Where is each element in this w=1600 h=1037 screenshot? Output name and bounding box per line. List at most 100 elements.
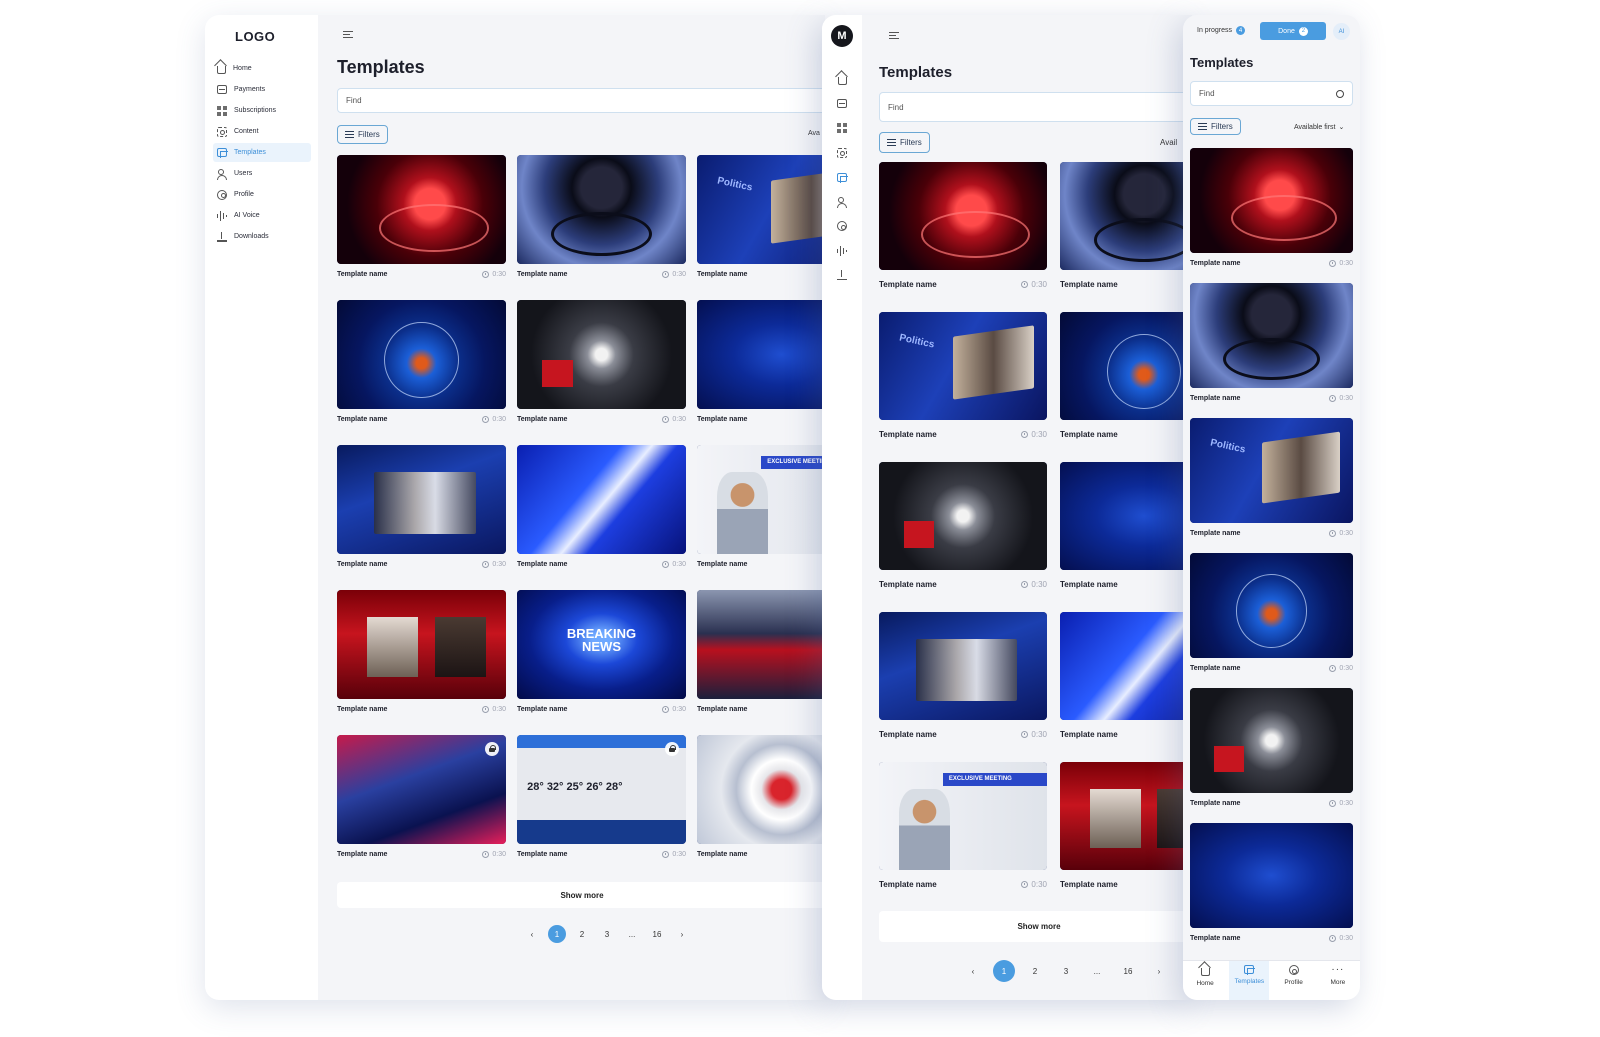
template-card[interactable]: Template name0:30 — [697, 590, 825, 713]
template-card[interactable]: Template name0:30 — [697, 155, 825, 278]
template-card[interactable]: Template name0:30 — [337, 300, 506, 423]
rail-item-subscriptions[interactable] — [822, 116, 862, 141]
page-16-button[interactable]: 16 — [648, 925, 666, 943]
template-card[interactable]: Template name — [1060, 762, 1192, 889]
template-thumbnail[interactable] — [879, 312, 1047, 420]
bottom-nav-home[interactable]: Home — [1185, 961, 1225, 1000]
template-thumbnail[interactable] — [1190, 688, 1353, 793]
template-card[interactable]: Template name0:30 — [1190, 283, 1353, 402]
page-2-button[interactable]: 2 — [573, 925, 591, 943]
page-1-button[interactable]: 1 — [993, 960, 1015, 982]
filters-button[interactable]: Filters — [1190, 118, 1241, 135]
template-thumbnail[interactable] — [1190, 823, 1353, 928]
template-thumbnail[interactable] — [697, 590, 825, 699]
template-card[interactable]: Template name0:30 — [1190, 553, 1353, 672]
template-card[interactable]: Template name0:30 — [1190, 688, 1353, 807]
page-3-button[interactable]: 3 — [598, 925, 616, 943]
template-card[interactable]: Template name0:30 — [517, 155, 686, 278]
rail-item-ai-voice[interactable] — [822, 239, 862, 264]
bottom-nav-more[interactable]: ··· More — [1318, 961, 1358, 1000]
template-card[interactable]: Template name0:30 — [697, 300, 825, 423]
sidebar-item-home[interactable]: Home — [213, 59, 311, 78]
template-thumbnail[interactable] — [1190, 418, 1353, 523]
template-card[interactable]: Template name0:30 — [879, 462, 1047, 589]
template-card[interactable]: Template name0:30 — [1190, 823, 1353, 942]
template-thumbnail[interactable] — [517, 590, 686, 699]
template-card[interactable]: Template name0:30 — [517, 735, 686, 858]
sidebar-item-ai-voice[interactable]: AI Voice — [213, 206, 311, 225]
template-thumbnail[interactable] — [337, 445, 506, 554]
menu-toggle-button[interactable] — [342, 28, 354, 40]
template-thumbnail[interactable] — [879, 612, 1047, 720]
template-thumbnail[interactable] — [697, 445, 825, 554]
prev-page-button[interactable]: ‹ — [962, 960, 984, 982]
template-card[interactable]: Template name — [1060, 312, 1192, 439]
sidebar-item-profile[interactable]: Profile — [213, 185, 311, 204]
show-more-button[interactable]: Show more — [337, 882, 825, 908]
rail-item-profile[interactable] — [822, 214, 862, 239]
avatar[interactable]: M — [831, 25, 853, 47]
search-input[interactable]: Find — [337, 88, 825, 113]
template-thumbnail[interactable] — [1060, 612, 1192, 720]
template-thumbnail[interactable] — [337, 590, 506, 699]
page-1-button[interactable]: 1 — [548, 925, 566, 943]
page-3-button[interactable]: 3 — [1055, 960, 1077, 982]
bottom-nav-templates[interactable]: Templates — [1229, 961, 1270, 1000]
rail-item-downloads[interactable] — [822, 263, 862, 288]
template-thumbnail[interactable] — [1190, 148, 1353, 253]
template-thumbnail[interactable] — [1190, 283, 1353, 388]
template-card[interactable]: Template name0:30 — [879, 162, 1047, 289]
template-thumbnail[interactable] — [697, 155, 825, 264]
template-thumbnail[interactable] — [1060, 312, 1192, 420]
template-thumbnail[interactable] — [1060, 162, 1192, 270]
rail-item-templates[interactable] — [822, 165, 862, 190]
template-thumbnail[interactable] — [517, 155, 686, 264]
sort-dropdown[interactable]: Available first ⌄ — [1294, 123, 1344, 132]
template-thumbnail[interactable] — [337, 735, 506, 844]
template-thumbnail[interactable] — [517, 300, 686, 409]
ai-avatar[interactable]: AI — [1333, 23, 1350, 40]
search-icon[interactable] — [1336, 89, 1344, 98]
template-card[interactable]: Template name — [1060, 612, 1192, 739]
sidebar-item-content[interactable]: Content — [213, 122, 311, 141]
rail-item-home[interactable] — [822, 67, 862, 92]
template-card[interactable]: Template name0:30 — [697, 735, 825, 858]
template-thumbnail[interactable] — [1190, 553, 1353, 658]
template-thumbnail[interactable] — [1060, 462, 1192, 570]
template-card[interactable]: Template name0:30 — [517, 590, 686, 713]
template-thumbnail[interactable] — [697, 735, 825, 844]
template-card[interactable]: Template name0:30 — [879, 612, 1047, 739]
template-thumbnail[interactable] — [337, 155, 506, 264]
template-card[interactable]: Template name0:30 — [337, 155, 506, 278]
sidebar-item-users[interactable]: Users — [213, 164, 311, 183]
sidebar-item-downloads[interactable]: Downloads — [213, 227, 311, 246]
sidebar-item-payments[interactable]: Payments — [213, 80, 311, 99]
template-thumbnail[interactable] — [1060, 762, 1192, 870]
menu-toggle-button[interactable] — [888, 29, 900, 41]
template-card[interactable]: Template name0:30 — [517, 300, 686, 423]
prev-page-button[interactable]: ‹ — [523, 925, 541, 943]
sort-dropdown[interactable]: Avail — [1160, 138, 1177, 147]
next-page-button[interactable]: › — [1148, 960, 1170, 982]
template-card[interactable]: Template name0:30 — [337, 590, 506, 713]
filters-button[interactable]: Filters — [879, 132, 930, 153]
bottom-nav-profile[interactable]: Profile — [1274, 961, 1314, 1000]
template-card[interactable]: Template name0:30 — [879, 312, 1047, 439]
template-card[interactable]: Template name0:30 — [337, 735, 506, 858]
template-card[interactable]: Template name0:30 — [697, 445, 825, 568]
sidebar-item-subscriptions[interactable]: Subscriptions — [213, 101, 311, 120]
page-2-button[interactable]: 2 — [1024, 960, 1046, 982]
template-thumbnail[interactable] — [879, 462, 1047, 570]
sort-dropdown[interactable]: Ava — [808, 130, 820, 137]
in-progress-chip[interactable]: In progress 4 — [1197, 26, 1246, 35]
template-thumbnail[interactable] — [337, 300, 506, 409]
rail-item-payments[interactable] — [822, 92, 862, 117]
template-card[interactable]: Template name — [1060, 462, 1192, 589]
template-thumbnail[interactable] — [517, 445, 686, 554]
template-card[interactable]: Template name — [1060, 162, 1192, 289]
rail-item-users[interactable] — [822, 190, 862, 215]
show-more-button[interactable]: Show more — [879, 911, 1192, 942]
filters-button[interactable]: Filters — [337, 125, 388, 144]
rail-item-content[interactable] — [822, 141, 862, 166]
template-thumbnail[interactable] — [879, 762, 1047, 870]
